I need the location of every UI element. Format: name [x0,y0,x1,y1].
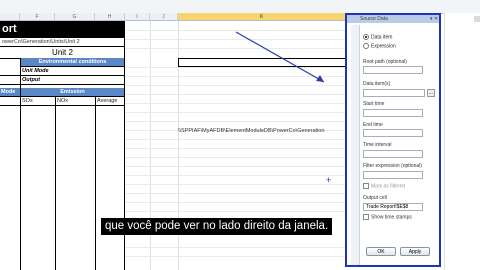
scroll-thumb[interactable] [474,16,480,22]
filter-expression-label: Filter expression (optional) [363,163,422,169]
data-item-radio[interactable]: Data item [363,34,392,41]
unit-mode-label: Unit Mode [22,68,49,74]
annotation-arrow [235,31,325,83]
data-item-radio-label: Data item [371,34,393,41]
show-time-stamps-checkbox[interactable]: Show time stamps [363,214,412,220]
table-divider [0,105,125,106]
column-header-h[interactable]: H [95,13,125,21]
start-time-input[interactable] [363,109,423,117]
column-header-g[interactable]: G [55,13,95,21]
environmental-conditions-header[interactable]: Environmental conditions [20,58,125,67]
radio-selected-icon [363,34,369,40]
element-path-value[interactable]: \\SPPIAF\MyAFDB\ElementModuleDB\PowerCo\… [178,128,346,134]
grid-line [125,112,350,113]
crosshair-cursor-icon: + [326,175,332,185]
output-cell-input[interactable]: Trade Report!$E$8 [363,203,423,211]
source-data-panel: Source Data ▾ ✕ Data item Expression Roo… [345,13,441,267]
show-time-stamps-label: Show time stamps [371,214,412,221]
nox-column-label: NOx [57,98,68,104]
mode-header[interactable]: Mode [0,88,20,97]
unit-mode-row[interactable]: Unit Mode [0,67,125,76]
grid-line [125,103,350,104]
output-label: Output [22,77,41,83]
table-border [20,58,21,270]
data-items-label: Data item(s) [363,81,391,87]
panel-title: Source Data [347,15,439,23]
radio-icon [363,43,369,49]
grid-line [125,211,350,212]
window-scrollbar-area[interactable] [444,13,480,270]
table-border [55,97,56,270]
end-time-label: End time [363,122,383,128]
column-header-e[interactable] [0,13,20,21]
expression-radio-label: Expression [371,43,396,50]
element-path-cell[interactable]: owerCo\Generation\Units\Unit 2 [0,38,125,47]
apply-button[interactable]: Apply [400,247,430,256]
grid-line [125,166,350,167]
panel-menu-icon[interactable]: ▾ ✕ [430,16,438,22]
panel-scrollbar[interactable] [351,25,360,265]
column-header-j[interactable]: J [150,13,178,21]
grid-line [125,202,350,203]
root-path-input[interactable] [363,66,423,74]
table-border [95,97,96,270]
browse-icon[interactable]: … [427,89,435,97]
grid-line [125,139,350,140]
checkbox-icon [363,214,369,220]
column-header-i[interactable]: I [125,13,150,21]
ribbon-bar [0,0,480,14]
grid-line [125,121,350,122]
grid-line [125,148,350,149]
grid-line [125,157,350,158]
output-row[interactable]: Output [0,76,125,85]
checkbox-icon [363,183,369,189]
expression-radio[interactable]: Expression [363,43,396,50]
grid-line [125,94,350,95]
filter-expression-input[interactable] [363,171,423,179]
grid-line [125,247,350,248]
video-subtitle: que você pode ver no lado direito da jan… [101,218,333,235]
end-time-input[interactable] [363,129,423,137]
mark-as-filtered-label: Mark as filtered [371,183,406,190]
ok-button[interactable]: OK [366,247,396,256]
grid-line [125,193,350,194]
sox-column-label: SOx [22,98,33,104]
time-interval-label: Time interval [363,142,392,148]
column-header-k[interactable]: K [178,13,346,21]
grid-line [125,256,350,257]
report-title[interactable]: ort [0,21,125,38]
data-items-input[interactable] [363,89,425,97]
emission-header[interactable]: Emission [20,88,125,97]
start-time-label: Start time [363,101,385,107]
mark-as-filtered-checkbox[interactable]: Mark as filtered [363,183,405,189]
grid-line [125,175,350,176]
time-interval-input[interactable] [363,150,423,158]
average-column-label: Average [97,98,118,104]
column-header-f[interactable]: F [20,13,55,21]
output-cell-label: Output cell [363,195,387,201]
root-path-label: Root path (optional) [363,59,407,65]
grid-line [125,184,350,185]
